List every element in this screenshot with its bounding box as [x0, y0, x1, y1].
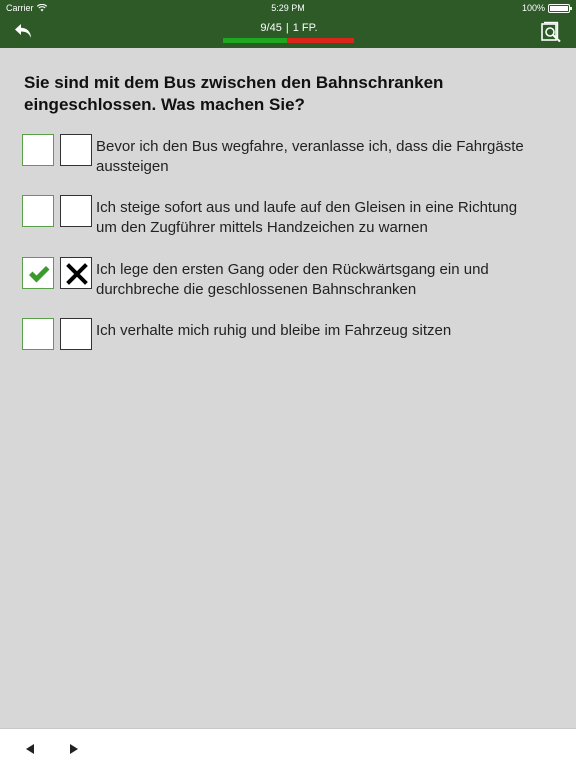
battery-label: 100% — [521, 3, 545, 13]
search-book-button[interactable] — [540, 21, 562, 43]
back-button[interactable] — [12, 20, 36, 42]
status-bar: Carrier 5:29 PM 100% — [0, 0, 576, 16]
points-label: 1 FP. — [292, 22, 318, 34]
user-answer-checkbox[interactable] — [22, 318, 54, 350]
question-index: 9/45 — [260, 22, 282, 34]
search-book-icon — [541, 21, 561, 43]
triangle-right-icon — [70, 744, 78, 754]
question-counter: 9/45 | 1 FP. — [224, 22, 354, 36]
answer-line: Ich steige sofort aus und laufe auf den … — [96, 199, 518, 216]
answer-option-4[interactable]: Ich verhalte mich ruhig und bleibe im Fa… — [22, 318, 576, 364]
status-battery: 100% — [521, 3, 572, 13]
bottom-toolbar — [0, 728, 576, 768]
answer-option-1[interactable]: Bevor ich den Bus wegfahre, veranlasse i… — [22, 134, 576, 180]
navigation-bar: Carrier 5:29 PM 100% 9/45 | 1 FP. — [0, 0, 576, 48]
back-arrow-icon — [15, 24, 31, 38]
question-text: Sie sind mit dem Bus zwischen den Bahnsc… — [24, 73, 444, 114]
user-answer-checkbox[interactable] — [22, 257, 54, 289]
answer-line: Ich lege den ersten Gang oder den Rückwä… — [96, 261, 489, 278]
answer-text: Ich verhalte mich ruhig und bleibe im Fa… — [96, 321, 576, 341]
progress-bar — [223, 38, 354, 43]
previous-button[interactable] — [20, 739, 40, 759]
answer-line: Bevor ich den Bus wegfahre, veranlasse i… — [96, 138, 524, 155]
user-answer-checkbox[interactable] — [22, 195, 54, 227]
status-time: 5:29 PM — [271, 3, 305, 13]
cross-icon — [66, 263, 88, 285]
answer-line: aussteigen — [96, 158, 169, 175]
battery-icon — [548, 3, 572, 13]
answer-text: Bevor ich den Bus wegfahre, veranlasse i… — [96, 137, 576, 177]
solution-box — [60, 195, 92, 227]
answer-line: um den Zugführer mittels Handzeichen zu … — [96, 219, 428, 236]
answer-line: durchbreche die geschlossenen Bahnschran… — [96, 281, 417, 298]
triangle-left-icon — [26, 744, 34, 754]
solution-box — [60, 134, 92, 166]
solution-box — [60, 318, 92, 350]
solution-box — [60, 257, 92, 289]
answer-line: Ich verhalte mich ruhig und bleibe im Fa… — [96, 322, 452, 339]
next-button[interactable] — [64, 739, 84, 759]
answer-option-3[interactable]: Ich lege den ersten Gang oder den Rückwä… — [22, 257, 576, 303]
checkmark-icon — [29, 266, 50, 283]
progress-wrong — [287, 38, 354, 43]
answer-text: Ich steige sofort aus und laufe auf den … — [96, 198, 576, 238]
counter-separator: | — [285, 22, 289, 34]
progress-correct — [223, 38, 288, 43]
answer-option-2[interactable]: Ich steige sofort aus und laufe auf den … — [22, 195, 576, 241]
answer-text: Ich lege den ersten Gang oder den Rückwä… — [96, 260, 576, 300]
user-answer-checkbox[interactable] — [22, 134, 54, 166]
